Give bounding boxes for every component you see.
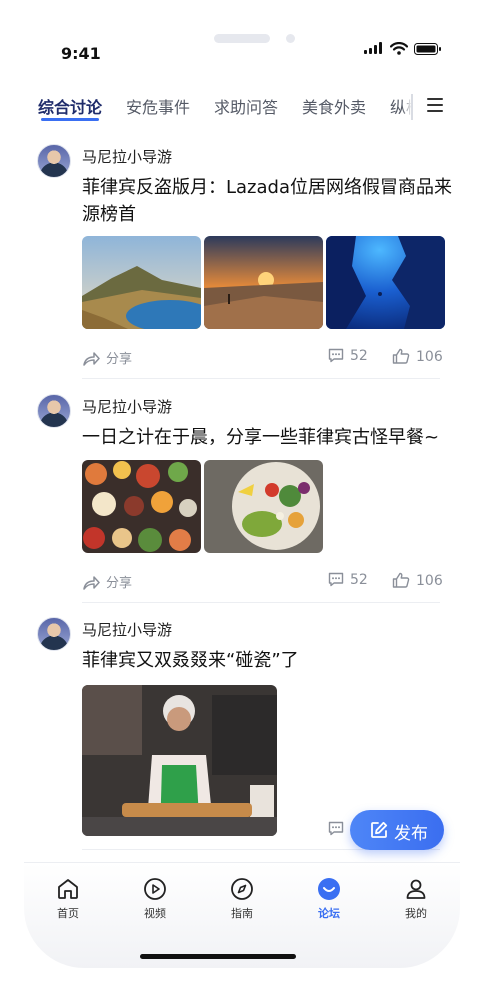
post-divider [82,602,440,603]
post-divider [82,378,440,379]
nav-home[interactable]: 首页 [38,877,98,921]
share-button[interactable]: 分享 [82,348,132,367]
like-button[interactable]: 106 [392,348,443,365]
comment-icon [328,821,344,836]
post-image-underwater[interactable] [326,236,445,329]
share-icon [83,576,100,590]
cellular-signal-icon [364,42,382,54]
compass-icon [231,878,253,900]
publish-label: 发布 [394,824,428,844]
post-image-sunset[interactable] [204,236,323,329]
tab-safety-events[interactable]: 安危事件 [126,94,190,118]
post-title[interactable]: 一日之计在于晨，分享一些菲律宾古怪早餐~ [82,424,452,451]
post-author[interactable]: 马尼拉小导游 [82,619,172,640]
post-actions: 分享 52 106 [82,346,446,368]
post-actions: 分享 52 106 [82,570,446,592]
play-icon [144,878,166,900]
nav-label: 首页 [57,907,79,920]
comment-button[interactable] [328,821,344,840]
nav-label: 我的 [405,907,427,920]
tab-food-delivery[interactable]: 美食外卖 [302,94,366,118]
home-indicator[interactable] [140,954,296,959]
publish-button[interactable]: 发布 [350,810,444,850]
post-author[interactable]: 马尼拉小导游 [82,396,172,417]
share-icon [83,352,100,366]
camera-dot [286,34,295,43]
comment-button[interactable]: 52 [328,348,368,364]
bottom-navigation: 首页 视频 指南 论坛 我的 [24,862,460,968]
post-title[interactable]: 菲律宾又双叒叕来“碰瓷”了 [82,647,452,674]
wifi-icon [390,42,408,55]
edit-icon [371,821,388,838]
avatar[interactable] [37,617,71,651]
forum-icon [318,878,340,900]
share-label: 分享 [106,352,133,367]
phone-screen: 9:41 综合讨论 安危事件 求助问答 美食外卖 纵横 [24,0,460,968]
comment-icon [328,348,344,363]
thumbs-up-icon [392,572,410,588]
avatar[interactable] [37,144,71,178]
active-tab-indicator [41,118,99,121]
post-author[interactable]: 马尼拉小导游 [82,146,172,167]
post-image-salad-bowl[interactable] [204,460,323,553]
post-title[interactable]: 菲律宾反盗版月：Lazada位居网络假冒商品来源榜首 [82,174,452,228]
comment-count: 52 [350,348,368,364]
user-icon [406,879,426,899]
comment-icon [328,572,344,587]
post-image-breakfast-spread[interactable] [82,460,201,553]
nav-label: 论坛 [318,907,340,920]
avatar[interactable] [37,394,71,428]
tab-separator [411,94,413,120]
like-button[interactable]: 106 [392,572,443,589]
nav-label: 指南 [231,907,253,920]
like-count: 106 [416,573,443,589]
share-button[interactable]: 分享 [82,572,132,591]
post-image-street-vendor[interactable] [82,685,277,836]
like-count: 106 [416,349,443,365]
status-time: 9:41 [61,44,101,63]
post-image-mountain-lake[interactable] [82,236,201,329]
battery-icon [414,43,441,55]
nav-profile[interactable]: 我的 [386,877,446,921]
nav-label: 视频 [144,907,166,920]
comment-button[interactable]: 52 [328,572,368,588]
status-bar: 9:41 [24,0,460,70]
camera-pill [214,34,270,43]
tab-help-qa[interactable]: 求助问答 [214,94,278,118]
home-icon [58,879,78,899]
comment-count: 52 [350,572,368,588]
category-tabs: 综合讨论 安危事件 求助问答 美食外卖 纵横 [24,88,460,128]
menu-icon[interactable] [427,98,443,112]
nav-forum[interactable]: 论坛 [299,877,359,921]
thumbs-up-icon [392,348,410,364]
tab-general-discussion[interactable]: 综合讨论 [38,94,102,118]
share-label: 分享 [106,576,133,591]
nav-video[interactable]: 视频 [125,877,185,921]
nav-guide[interactable]: 指南 [212,877,272,921]
